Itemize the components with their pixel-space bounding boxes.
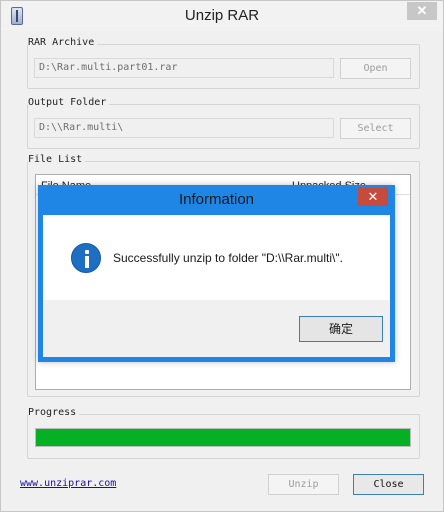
progress-bar [35, 428, 411, 447]
progress-fill [36, 429, 410, 446]
window-close-button[interactable]: ✕ [407, 2, 437, 20]
info-icon [71, 243, 101, 273]
file-list-label: File List [28, 154, 86, 165]
website-link[interactable]: www.unziprar.com [20, 478, 116, 489]
information-dialog: Information ✕ Successfully unzip to fold… [38, 185, 395, 362]
dialog-message: Successfully unzip to folder "D:\\Rar.mu… [113, 251, 343, 265]
output-path-field[interactable]: D:\\Rar.multi\ [34, 118, 334, 138]
title-bar[interactable]: Unzip RAR ✕ [1, 1, 443, 31]
close-button[interactable]: Close [353, 474, 424, 495]
output-folder-label: Output Folder [28, 97, 110, 108]
unzip-button[interactable]: Unzip [268, 474, 339, 495]
dialog-close-button[interactable]: ✕ [358, 187, 388, 206]
window-title: Unzip RAR [184, 7, 260, 24]
progress-label: Progress [28, 407, 80, 418]
dialog-title-bar[interactable]: Information ✕ [39, 186, 394, 214]
archive-path-field[interactable]: D:\Rar.multi.part01.rar [34, 58, 334, 78]
dialog-title: Information [178, 191, 255, 208]
select-button[interactable]: Select [340, 118, 411, 139]
dialog-footer: 确定 [43, 300, 390, 357]
dialog-body: Successfully unzip to folder "D:\\Rar.mu… [43, 215, 390, 300]
open-button[interactable]: Open [340, 58, 411, 79]
ok-button[interactable]: 确定 [299, 316, 383, 342]
rar-archive-label: RAR Archive [28, 37, 98, 48]
